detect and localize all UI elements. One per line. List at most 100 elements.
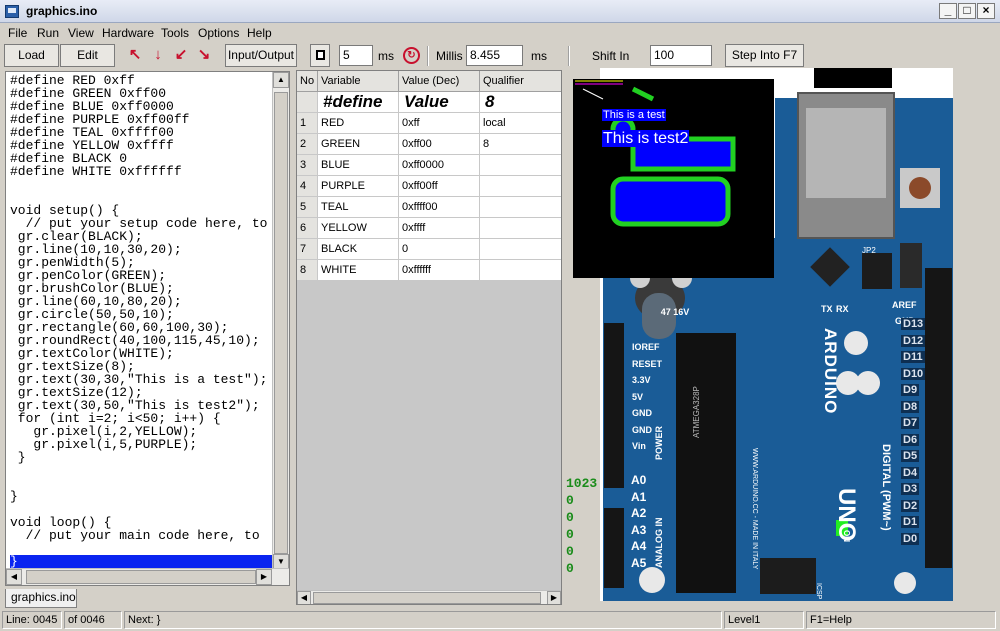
menu-help[interactable]: Help <box>247 26 272 40</box>
digital-pin-label: D12 <box>901 334 926 347</box>
table-row[interactable]: 1 RED 0xff local <box>297 113 561 134</box>
code-line[interactable] <box>10 477 276 490</box>
status-level: Level1 <box>724 611 804 629</box>
scroll-left-icon[interactable]: ◀ <box>6 569 22 585</box>
maximize-button[interactable]: □ <box>958 3 976 19</box>
step-out-icon[interactable]: ↙ <box>171 45 191 65</box>
column-header-qualifier[interactable]: Qualifier <box>480 71 561 92</box>
run-to-icon[interactable]: ↘ <box>194 45 214 65</box>
code-line[interactable]: } <box>10 555 276 568</box>
variable-qualifier <box>480 155 561 176</box>
table-row[interactable]: 4 PURPLE 0xff00ff <box>297 176 561 197</box>
menu-options[interactable]: Options <box>198 26 239 40</box>
variable-qualifier: 8 <box>480 134 561 155</box>
step-ms-input[interactable]: 5 <box>339 45 373 66</box>
row-number: 3 <box>297 155 318 176</box>
variable-value: 0xff <box>399 113 480 134</box>
analog-pin-label: A4 <box>631 539 647 553</box>
digital-label: DIGITAL (PWM~) <box>880 444 892 531</box>
step-into-icon[interactable]: ↓ <box>148 45 168 65</box>
row-number: 6 <box>297 218 318 239</box>
column-header-no[interactable]: No <box>297 71 318 92</box>
column-header-variable[interactable]: Variable <box>318 71 399 92</box>
editor-horizontal-scrollbar[interactable]: ◀ ▶ <box>6 568 289 585</box>
stop-button[interactable] <box>310 44 330 67</box>
power-pin-label: GND <box>632 408 652 418</box>
menu-tools[interactable]: Tools <box>161 26 189 40</box>
analog-pin-label: A0 <box>631 473 647 487</box>
code-line[interactable]: // put your main code here, to <box>10 529 276 542</box>
code-line[interactable] <box>10 542 276 555</box>
step-over-icon[interactable]: ↖ <box>125 45 145 65</box>
menu-hardware[interactable]: Hardware <box>102 26 154 40</box>
chip-label: ATMEGA328P <box>692 386 701 438</box>
title-bar: graphics.ino _ □ × <box>0 0 1000 23</box>
jp2-label: JP2 <box>862 246 876 255</box>
code-line[interactable]: #define WHITE 0xffffff <box>10 165 276 178</box>
scroll-right-icon[interactable]: ▶ <box>547 591 561 604</box>
horizontal-scroll-thumb[interactable] <box>26 570 256 584</box>
scroll-left-icon[interactable]: ◀ <box>297 591 311 604</box>
scroll-up-icon[interactable]: ▲ <box>273 72 289 88</box>
tx-label: TX <box>821 304 833 314</box>
table-row[interactable]: 3 BLUE 0xff0000 <box>297 155 561 176</box>
minimize-button[interactable]: _ <box>939 3 957 19</box>
code-line[interactable]: } <box>10 451 276 464</box>
variable-value: 0xff00ff <box>399 176 480 197</box>
code-line[interactable]: gr.pixel(i,5,PURPLE); <box>10 438 276 451</box>
status-help: F1=Help <box>806 611 996 629</box>
lcd-text-2: This is test2 <box>602 130 690 147</box>
variables-table: No Variable Value (Dec) Qualifier #defin… <box>296 70 562 605</box>
analog-pin-label: A1 <box>631 489 647 504</box>
on-led-label: ON <box>842 530 851 542</box>
subheader-count: 8 <box>480 92 561 113</box>
app-icon <box>5 5 19 18</box>
table-row[interactable]: 2 GREEN 0xff00 8 <box>297 134 561 155</box>
code-line[interactable]: } <box>10 490 276 503</box>
row-number: 1 <box>297 113 318 134</box>
load-button[interactable]: Load <box>4 44 59 67</box>
editor-vertical-scrollbar[interactable]: ▲ ▼ <box>272 72 289 570</box>
digital-pin-label: D3 <box>901 483 920 495</box>
menu-bar: File Run View Hardware Tools Options Hel… <box>0 23 1000 42</box>
step-into-button[interactable]: Step Into F7 <box>725 44 804 67</box>
table-row[interactable]: 6 YELLOW 0xffff <box>297 218 561 239</box>
variable-name: RED <box>318 113 399 134</box>
reset-icon[interactable]: ↻ <box>403 47 420 64</box>
table-scroll-thumb[interactable] <box>313 592 541 604</box>
table-row[interactable]: 7 BLACK 0 <box>297 239 561 260</box>
file-tab[interactable]: graphics.ino <box>5 589 77 608</box>
shift-in-input[interactable]: 100 <box>650 45 712 66</box>
variable-value: 0xffff <box>399 218 480 239</box>
code-line[interactable] <box>10 178 276 191</box>
step-ms-unit: ms <box>378 49 394 63</box>
icsp-label: ICSP <box>815 583 822 600</box>
table-row[interactable]: 5 TEAL 0xffff00 <box>297 197 561 218</box>
variable-qualifier: local <box>480 113 561 134</box>
code-editor[interactable]: #define RED 0xff #define GREEN 0xff00 #def… <box>5 71 290 586</box>
variable-value: 0xffff00 <box>399 197 480 218</box>
close-button[interactable]: × <box>977 3 995 19</box>
table-horizontal-scrollbar[interactable]: ◀ ▶ <box>297 590 561 604</box>
millis-field[interactable]: 8.455 <box>466 45 523 66</box>
edit-button[interactable]: Edit <box>60 44 115 67</box>
lcd-display: This is a test This is test2 <box>573 79 774 278</box>
variable-name: YELLOW <box>318 218 399 239</box>
power-pin-label: 3.3V <box>632 375 651 385</box>
power-pin-label: GND <box>632 424 652 435</box>
analog-values: 1023 0 0 0 0 0 <box>566 475 600 577</box>
code-text[interactable]: #define RED 0xff #define GREEN 0xff00 #def… <box>10 74 276 568</box>
table-subheader: #define Value 8 <box>297 92 561 113</box>
row-number: 4 <box>297 176 318 197</box>
code-line[interactable] <box>10 464 276 477</box>
scroll-right-icon[interactable]: ▶ <box>256 569 272 585</box>
menu-view[interactable]: View <box>68 26 94 40</box>
digital-pin-label: D9 <box>901 384 920 396</box>
column-header-value[interactable]: Value (Dec) <box>399 71 480 92</box>
menu-file[interactable]: File <box>8 26 27 40</box>
table-row[interactable]: 8 WHITE 0xffffff <box>297 260 561 281</box>
digital-pin-label: D0 <box>901 532 920 545</box>
vertical-scroll-thumb[interactable] <box>274 92 288 554</box>
menu-run[interactable]: Run <box>37 26 59 40</box>
input-output-button[interactable]: Input/Output <box>225 44 297 67</box>
